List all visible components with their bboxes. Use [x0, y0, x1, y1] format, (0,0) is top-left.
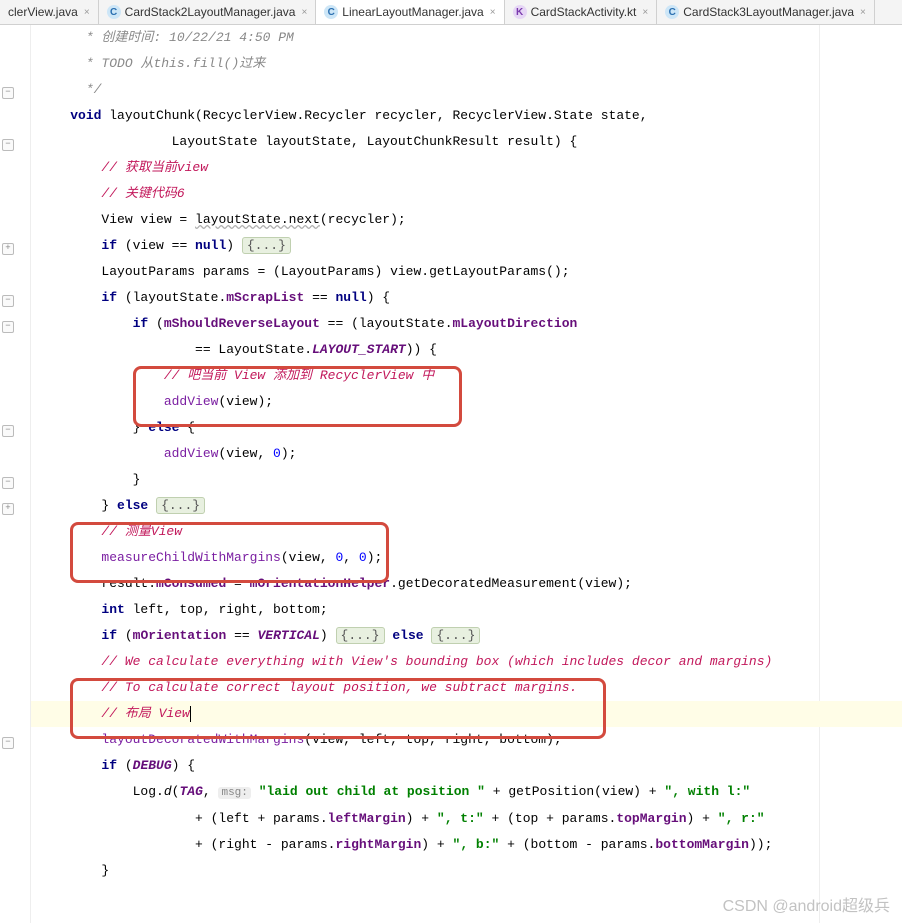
folded-block[interactable]: {...}: [336, 627, 385, 644]
code-line: addView(view);: [31, 389, 902, 415]
code-line: */: [31, 77, 902, 103]
text-caret: [190, 706, 191, 722]
code-line: if (DEBUG) {: [31, 753, 902, 779]
code-line: void layoutChunk(RecyclerView.Recycler r…: [31, 103, 902, 129]
fold-marker-icon[interactable]: +: [2, 243, 14, 255]
code-line: Log.d(TAG, msg: "laid out child at posit…: [31, 779, 902, 806]
gutter: − − + − − − − + −: [0, 25, 31, 923]
code-line: // We calculate everything with View's b…: [31, 649, 902, 675]
code-line: * 创建时间: 10/22/21 4:50 PM: [31, 25, 902, 51]
code-line: // To calculate correct layout position,…: [31, 675, 902, 701]
tab-cardstack3[interactable]: C CardStack3LayoutManager.java ×: [657, 0, 875, 24]
tab-label: LinearLayoutManager.java: [342, 5, 483, 19]
editor-tabs: clerView.java × C CardStack2LayoutManage…: [0, 0, 902, 25]
close-icon[interactable]: ×: [84, 7, 90, 18]
code-line: measureChildWithMargins(view, 0, 0);: [31, 545, 902, 571]
code-line: }: [31, 858, 902, 884]
code-line: // 吧当前 View 添加到 RecyclerView 中: [31, 363, 902, 389]
code-line: if (mShouldReverseLayout == (layoutState…: [31, 311, 902, 337]
code-line: } else {: [31, 415, 902, 441]
code-line-active: // 布局 View: [31, 701, 902, 727]
code-line: // 获取当前view: [31, 155, 902, 181]
code-line: if (layoutState.mScrapList == null) {: [31, 285, 902, 311]
code-line: View view = layoutState.next(recycler);: [31, 207, 902, 233]
code-editor[interactable]: − − + − − − − + − * 创建时间: 10/22/21 4:50 …: [0, 25, 902, 923]
fold-marker-icon[interactable]: −: [2, 477, 14, 489]
close-icon[interactable]: ×: [860, 7, 866, 18]
java-class-icon: C: [665, 5, 679, 19]
folded-block[interactable]: {...}: [156, 497, 205, 514]
close-icon[interactable]: ×: [642, 7, 648, 18]
tab-label: CardStack2LayoutManager.java: [125, 5, 296, 19]
code-line: + (right - params.rightMargin) + ", b:" …: [31, 832, 902, 858]
tab-label: CardStackActivity.kt: [531, 5, 637, 19]
code-line: layoutDecoratedWithMargins(view, left, t…: [31, 727, 902, 753]
java-class-icon: C: [107, 5, 121, 19]
code-line: if (view == null) {...}: [31, 233, 902, 259]
code-line: int left, top, right, bottom;: [31, 597, 902, 623]
tab-linearlayoutmanager[interactable]: C LinearLayoutManager.java ×: [316, 0, 504, 24]
fold-marker-icon[interactable]: −: [2, 87, 14, 99]
java-class-icon: C: [324, 5, 338, 19]
code-line: // 测量View: [31, 519, 902, 545]
code-line: // 关键代码6: [31, 181, 902, 207]
code-line: if (mOrientation == VERTICAL) {...} else…: [31, 623, 902, 649]
fold-marker-icon[interactable]: −: [2, 425, 14, 437]
folded-block[interactable]: {...}: [242, 237, 291, 254]
code-line: == LayoutState.LAYOUT_START)) {: [31, 337, 902, 363]
code-line: result.mConsumed = mOrientationHelper.ge…: [31, 571, 902, 597]
code-line: + (left + params.leftMargin) + ", t:" + …: [31, 806, 902, 832]
tab-cardstack2[interactable]: C CardStack2LayoutManager.java ×: [99, 0, 317, 24]
close-icon[interactable]: ×: [301, 7, 307, 18]
code-line: addView(view, 0);: [31, 441, 902, 467]
code-line: * TODO 从this.fill()过来: [31, 51, 902, 77]
fold-marker-icon[interactable]: −: [2, 139, 14, 151]
close-icon[interactable]: ×: [490, 7, 496, 18]
fold-marker-icon[interactable]: −: [2, 737, 14, 749]
code-line: } else {...}: [31, 493, 902, 519]
tab-clerview[interactable]: clerView.java ×: [0, 0, 99, 24]
tab-cardstackactivity[interactable]: K CardStackActivity.kt ×: [505, 0, 658, 24]
param-hint: msg:: [218, 787, 250, 799]
code-area[interactable]: * 创建时间: 10/22/21 4:50 PM * TODO 从this.fi…: [31, 25, 902, 923]
tab-label: CardStack3LayoutManager.java: [683, 5, 854, 19]
fold-marker-icon[interactable]: −: [2, 295, 14, 307]
fold-marker-icon[interactable]: +: [2, 503, 14, 515]
tab-label: clerView.java: [8, 5, 78, 19]
fold-marker-icon[interactable]: −: [2, 321, 14, 333]
folded-block[interactable]: {...}: [431, 627, 480, 644]
code-line: LayoutState layoutState, LayoutChunkResu…: [31, 129, 902, 155]
code-line: }: [31, 467, 902, 493]
kotlin-class-icon: K: [513, 5, 527, 19]
code-line: LayoutParams params = (LayoutParams) vie…: [31, 259, 902, 285]
